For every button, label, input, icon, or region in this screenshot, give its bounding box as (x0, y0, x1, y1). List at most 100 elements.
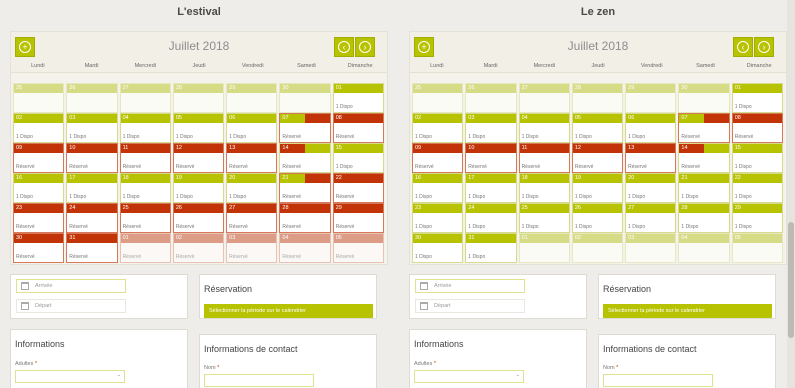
calendar-day[interactable]: 14 Réservé (678, 143, 730, 173)
calendar-day[interactable]: 05 1 Dispo (172, 113, 225, 143)
calendar-day[interactable]: 02 1 Dispo (412, 113, 464, 143)
calendar-day[interactable]: 22 1 Dispo (731, 173, 783, 203)
calendar-day[interactable]: 03 (625, 233, 677, 263)
calendar-day[interactable]: 15 1 Dispo (332, 143, 384, 173)
name-field[interactable] (204, 374, 314, 387)
adults-select[interactable]: ⌄ (15, 370, 125, 383)
calendar-day[interactable]: 16 1 Dispo (13, 173, 65, 203)
calendar-day[interactable]: 30 Réservé (13, 233, 65, 263)
prev-month-icon[interactable]: ‹ (334, 37, 354, 57)
calendar-day[interactable]: 12 Réservé (571, 143, 624, 173)
calendar-day[interactable]: 09 Réservé (412, 143, 464, 173)
calendar-day[interactable]: 04 1 Dispo (518, 113, 570, 143)
arrival-field[interactable]: Arrivée (415, 279, 525, 293)
calendar-day[interactable]: 28 (172, 83, 225, 113)
calendar-day[interactable]: 26 (465, 83, 517, 113)
calendar-day[interactable]: 28 Réservé (279, 203, 331, 233)
calendar-day[interactable]: 22 Réservé (332, 173, 384, 203)
calendar-day[interactable]: 12 Réservé (172, 143, 225, 173)
calendar-day[interactable]: 16 1 Dispo (412, 173, 464, 203)
calendar-day[interactable]: 27 1 Dispo (625, 203, 677, 233)
calendar-day[interactable]: 04 Réservé (279, 233, 331, 263)
calendar-day[interactable]: 26 1 Dispo (571, 203, 624, 233)
calendar-day[interactable]: 27 (119, 83, 171, 113)
calendar-day[interactable]: 01 (518, 233, 570, 263)
calendar-day[interactable]: 10 Réservé (66, 143, 118, 173)
calendar-day[interactable]: 29 1 Dispo (731, 203, 783, 233)
calendar-day[interactable]: 23 Réservé (13, 203, 65, 233)
calendar-day[interactable]: 08 Réservé (332, 113, 384, 143)
calendar-day[interactable]: 21 1 Dispo (678, 173, 730, 203)
calendar-day[interactable]: 03 Réservé (226, 233, 278, 263)
next-month-icon[interactable]: › (754, 37, 774, 57)
departure-field[interactable]: Départ (16, 299, 126, 313)
calendar-day[interactable]: 30 (279, 83, 331, 113)
calendar-day[interactable]: 24 Réservé (66, 203, 118, 233)
calendar-day[interactable]: 02 1 Dispo (13, 113, 65, 143)
calendar-day[interactable]: 19 1 Dispo (172, 173, 225, 203)
calendar-day[interactable]: 26 Réservé (172, 203, 225, 233)
calendar-day[interactable]: 01 1 Dispo (731, 83, 783, 113)
calendar-day[interactable]: 15 1 Dispo (731, 143, 783, 173)
calendar-day[interactable]: 13 Réservé (226, 143, 278, 173)
calendar-day[interactable]: 30 1 Dispo (412, 233, 464, 263)
calendar-day[interactable]: 27 Réservé (226, 203, 278, 233)
calendar-day[interactable]: 02 (571, 233, 624, 263)
calendar-day[interactable]: 07 Réservé (678, 113, 730, 143)
calendar-day[interactable]: 24 1 Dispo (465, 203, 517, 233)
page-scrollbar[interactable] (787, 0, 795, 388)
calendar-day[interactable]: 11 Réservé (518, 143, 570, 173)
select-period-button[interactable]: Sélectionner la période sur le calendrie… (204, 304, 373, 318)
calendar-day[interactable]: 25 1 Dispo (518, 203, 570, 233)
arrival-field[interactable]: Arrivée (16, 279, 126, 293)
calendar-day[interactable]: 05 1 Dispo (571, 113, 624, 143)
calendar-day[interactable]: 18 1 Dispo (119, 173, 171, 203)
calendar-day[interactable]: 01 Réservé (119, 233, 171, 263)
calendar-day[interactable]: 18 1 Dispo (518, 173, 570, 203)
calendar-day[interactable]: 28 (571, 83, 624, 113)
departure-field[interactable]: Départ (415, 299, 525, 313)
calendar-day[interactable]: 13 Réservé (625, 143, 677, 173)
calendar-day[interactable]: 26 (66, 83, 118, 113)
next-month-icon[interactable]: › (355, 37, 375, 57)
calendar-day[interactable]: 07 Réservé (279, 113, 331, 143)
calendar-day[interactable]: 19 1 Dispo (571, 173, 624, 203)
calendar-day[interactable]: 25 (412, 83, 464, 113)
scrollbar-thumb[interactable] (788, 222, 794, 338)
calendar-day[interactable]: 30 (678, 83, 730, 113)
calendar-day[interactable]: 20 1 Dispo (625, 173, 677, 203)
calendar-day[interactable]: 06 1 Dispo (625, 113, 677, 143)
calendar-day[interactable]: 05 (731, 233, 783, 263)
calendar-day[interactable]: 28 1 Dispo (678, 203, 730, 233)
calendar-day[interactable]: 11 Réservé (119, 143, 171, 173)
calendar-day[interactable]: 08 Réservé (731, 113, 783, 143)
calendar-day[interactable]: 23 1 Dispo (412, 203, 464, 233)
name-field[interactable] (603, 374, 713, 387)
calendar-day[interactable]: 31 1 Dispo (465, 233, 517, 263)
calendar-day[interactable]: 14 Réservé (279, 143, 331, 173)
calendar-day[interactable]: 31 Réservé (66, 233, 118, 263)
calendar-day[interactable]: 01 1 Dispo (332, 83, 384, 113)
calendar-day[interactable]: 25 (13, 83, 65, 113)
calendar-day[interactable]: 05 Réservé (332, 233, 384, 263)
calendar-day[interactable]: 20 1 Dispo (226, 173, 278, 203)
calendar-day[interactable]: 27 (518, 83, 570, 113)
calendar-day[interactable]: 04 (678, 233, 730, 263)
calendar-day[interactable]: 25 Réservé (119, 203, 171, 233)
calendar-day[interactable]: 06 1 Dispo (226, 113, 278, 143)
calendar-day[interactable]: 03 1 Dispo (66, 113, 118, 143)
calendar-day[interactable]: 21 Réservé (279, 173, 331, 203)
adults-select[interactable]: ⌄ (414, 370, 524, 383)
calendar-day[interactable]: 29 Réservé (332, 203, 384, 233)
calendar-day[interactable]: 17 1 Dispo (66, 173, 118, 203)
calendar-day[interactable]: 04 1 Dispo (119, 113, 171, 143)
select-period-button[interactable]: Sélectionner la période sur le calendrie… (603, 304, 772, 318)
calendar-day[interactable]: 29 (226, 83, 278, 113)
calendar-day[interactable]: 09 Réservé (13, 143, 65, 173)
calendar-day[interactable]: 02 Réservé (172, 233, 225, 263)
calendar-day[interactable]: 10 Réservé (465, 143, 517, 173)
calendar-day[interactable]: 29 (625, 83, 677, 113)
calendar-day[interactable]: 17 1 Dispo (465, 173, 517, 203)
calendar-day[interactable]: 03 1 Dispo (465, 113, 517, 143)
prev-month-icon[interactable]: ‹ (733, 37, 753, 57)
